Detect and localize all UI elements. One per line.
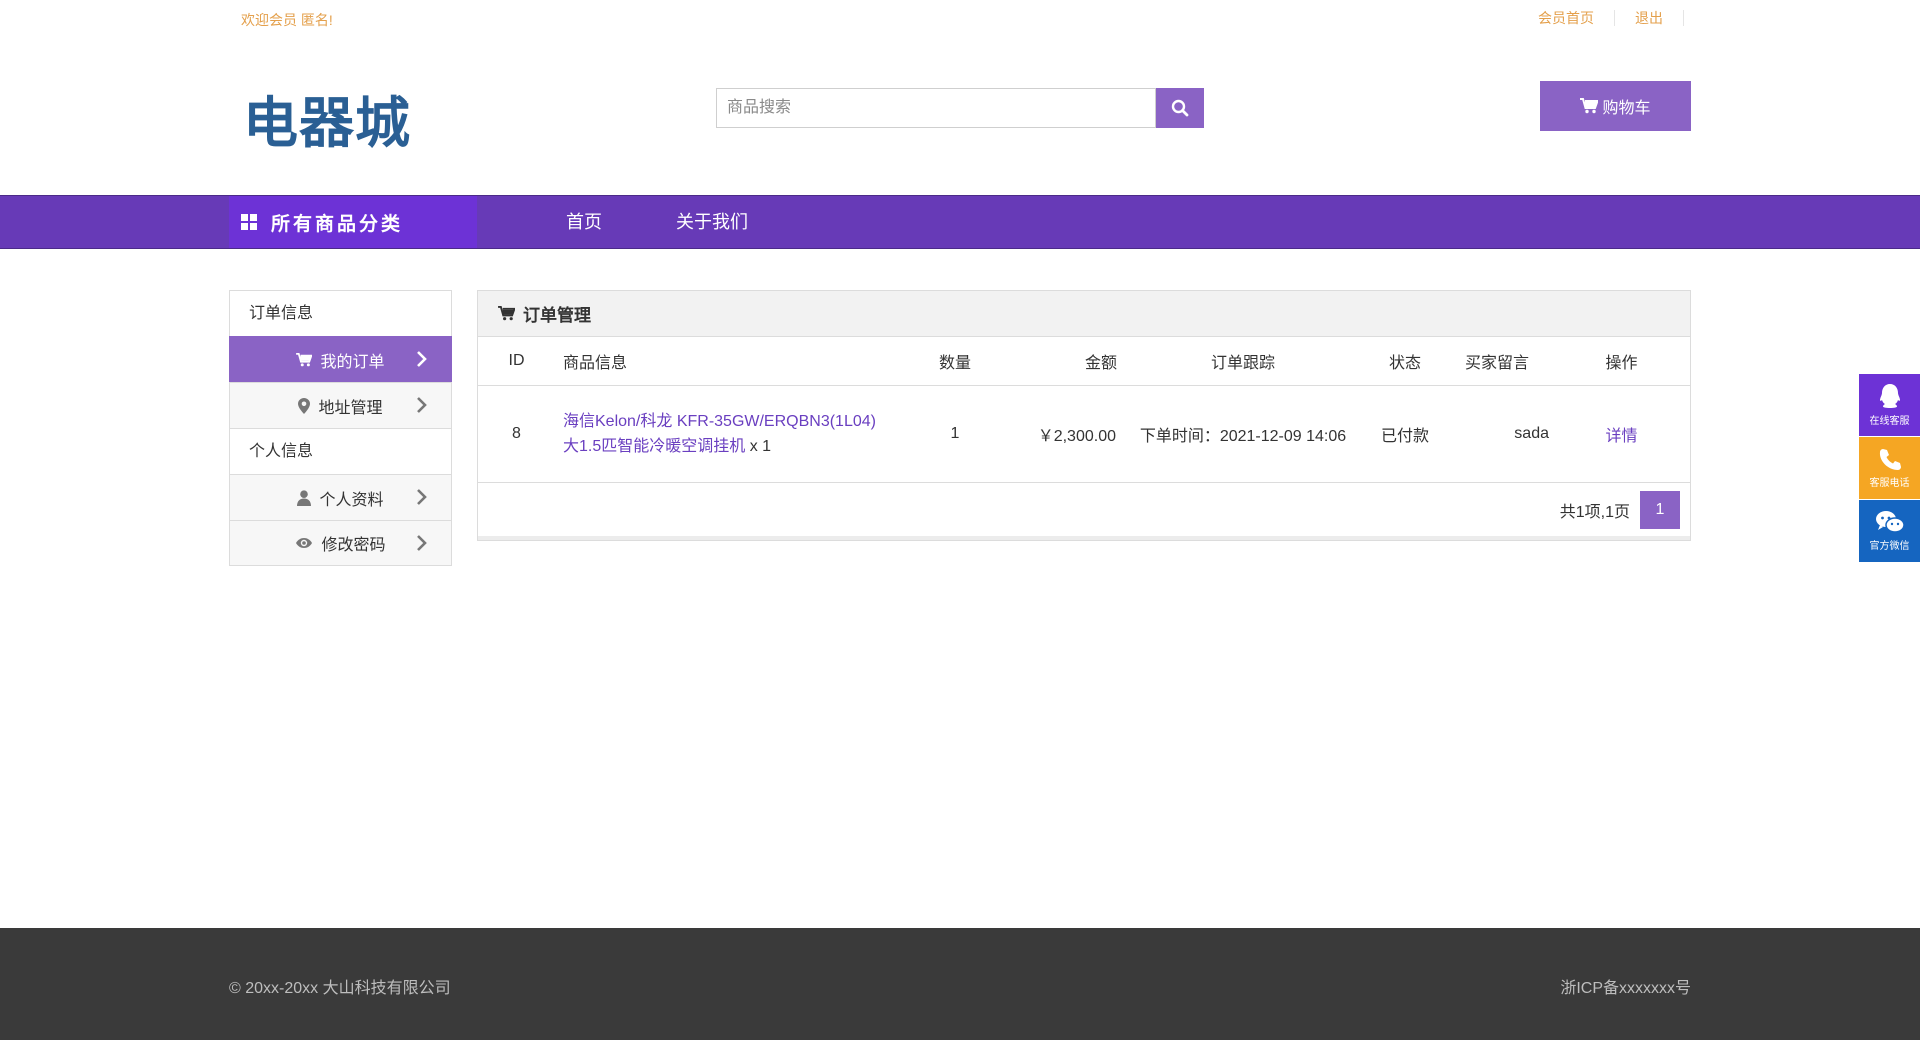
- col-qty: 数量: [904, 337, 1006, 386]
- order-message: sada: [1441, 385, 1553, 483]
- main-nav: 所有商品分类 首页 关于我们: [0, 195, 1920, 249]
- chevron-right-icon: [417, 351, 427, 367]
- map-marker-icon: [298, 397, 311, 414]
- member-home-link[interactable]: 会员首页: [1538, 10, 1615, 26]
- search-button[interactable]: [1156, 88, 1204, 128]
- order-product-link[interactable]: 海信Kelon/科龙 KFR-35GW/ERQBN3(1L04) 大1.5匹智能…: [563, 413, 876, 455]
- order-amount: ￥2,300.00: [1006, 385, 1117, 483]
- float-label: 官方微信: [1869, 541, 1910, 552]
- order-status: 已付款: [1369, 385, 1441, 483]
- all-categories-button[interactable]: 所有商品分类: [229, 196, 477, 248]
- chevron-right-icon: [417, 535, 427, 551]
- detail-link-label[interactable]: 详情: [1605, 428, 1637, 445]
- sidebar-item-my-orders[interactable]: 我的订单: [229, 336, 452, 382]
- col-message: 买家留言: [1441, 337, 1553, 386]
- col-product: 商品信息: [555, 337, 904, 386]
- order-product-cell: 海信Kelon/科龙 KFR-35GW/ERQBN3(1L04) 大1.5匹智能…: [555, 385, 904, 483]
- order-product-qty: x 1: [749, 438, 772, 455]
- search-bar: [716, 88, 1204, 128]
- top-links: 会员首页 退出: [1538, 10, 1684, 26]
- order-qty: 1: [904, 385, 1006, 483]
- icp-link[interactable]: 浙ICP备xxxxxxx号: [1560, 974, 1691, 998]
- col-action: 操作: [1553, 337, 1690, 386]
- cart-icon: [296, 352, 313, 367]
- float-wechat[interactable]: 官方微信: [1859, 500, 1920, 562]
- order-tracking: 下单时间：2021-12-09 14:06: [1117, 385, 1369, 483]
- panel-bottom-divider: [478, 536, 1690, 540]
- sidebar-item-profile[interactable]: 个人资料: [229, 474, 452, 520]
- float-label: 客服电话: [1869, 478, 1910, 489]
- all-categories-label: 所有商品分类: [271, 213, 404, 235]
- order-id: 8: [478, 385, 555, 483]
- cart-button[interactable]: 购物车: [1540, 81, 1691, 131]
- sidebar-section-orders: 订单信息: [229, 290, 452, 336]
- sidebar-item-address[interactable]: 地址管理: [229, 382, 452, 428]
- site-logo[interactable]: 电器城: [243, 88, 411, 158]
- sidebar-section-personal: 个人信息: [229, 428, 452, 474]
- sidebar-item-label: 个人资料: [319, 491, 384, 509]
- cart-label: 购物车: [1602, 100, 1651, 117]
- table-row: 8 海信Kelon/科龙 KFR-35GW/ERQBN3(1L04) 大1.5匹…: [478, 385, 1690, 483]
- eye-icon: [295, 537, 313, 549]
- cart-icon: [498, 306, 515, 321]
- sidebar-item-label: 我的订单: [320, 353, 385, 371]
- qq-icon: [1879, 384, 1900, 408]
- sidebar-item-label: 地址管理: [318, 399, 383, 417]
- order-detail-link[interactable]: 详情: [1553, 385, 1690, 483]
- pagination: 共1项,1页 1: [1560, 491, 1680, 529]
- table-header-row: ID 商品信息 数量 金额 订单跟踪 状态 买家留言 操作: [478, 337, 1690, 386]
- phone-icon: [1879, 449, 1901, 470]
- chevron-right-icon: [417, 489, 427, 505]
- panel-header: 订单管理: [478, 291, 1690, 337]
- col-id: ID: [478, 337, 555, 386]
- nav-home[interactable]: 首页: [566, 196, 602, 248]
- sidebar-item-password[interactable]: 修改密码: [229, 520, 452, 566]
- orders-panel: 订单管理 ID 商品信息 数量 金额 订单跟踪 状态 买家留言 操作 8 海信K…: [477, 290, 1691, 541]
- cart-icon: [1580, 98, 1599, 114]
- welcome-text: 欢迎会员 匿名!: [241, 12, 333, 28]
- col-tracking: 订单跟踪: [1117, 337, 1369, 386]
- chevron-right-icon: [417, 397, 427, 413]
- orders-table: ID 商品信息 数量 金额 订单跟踪 状态 买家留言 操作 8 海信Kelon/…: [478, 337, 1690, 483]
- float-online-service[interactable]: 在线客服: [1859, 374, 1920, 436]
- copyright-text: © 20xx-20xx 大山科技有限公司: [229, 980, 451, 997]
- site-footer: © 20xx-20xx 大山科技有限公司 浙ICP备xxxxxxx号: [0, 928, 1920, 1040]
- pagination-summary: 共1项,1页: [1559, 504, 1630, 521]
- page-button-current[interactable]: 1: [1640, 491, 1680, 529]
- grid-icon: [241, 214, 257, 230]
- search-icon: [1171, 99, 1189, 117]
- logout-link[interactable]: 退出: [1615, 10, 1684, 26]
- float-phone[interactable]: 客服电话: [1859, 437, 1920, 499]
- col-status: 状态: [1369, 337, 1441, 386]
- col-amount: 金额: [1006, 337, 1117, 386]
- sidebar-item-label: 修改密码: [321, 537, 386, 554]
- float-label: 在线客服: [1869, 416, 1910, 427]
- top-bar: 欢迎会员 匿名! 会员首页 退出: [0, 0, 1920, 36]
- panel-title: 订单管理: [523, 306, 591, 325]
- user-sidebar: 订单信息 我的订单 地址管理 个人信息 个人资料 修改密码: [229, 290, 452, 566]
- nav-about[interactable]: 关于我们: [676, 196, 748, 248]
- search-input[interactable]: [716, 88, 1156, 128]
- user-icon: [297, 489, 312, 506]
- wechat-icon: [1875, 511, 1905, 533]
